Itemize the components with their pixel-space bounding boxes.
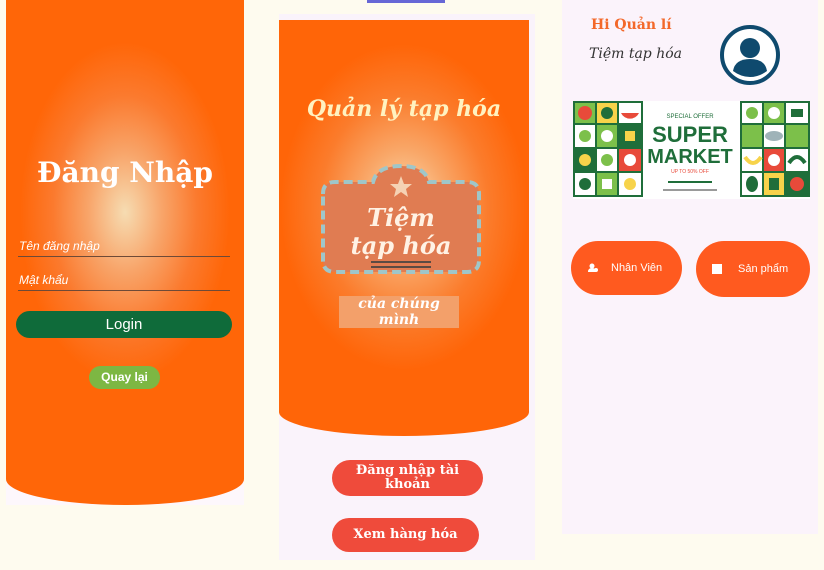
staff-button[interactable]: Nhân Viên — [571, 241, 682, 295]
login-account-button[interactable]: Đăng nhập tài khoản — [332, 460, 483, 496]
login-account-label: Đăng nhập tài khoản — [355, 463, 460, 492]
store-logo: Tiệm tạp hóa — [321, 164, 481, 274]
user-avatar-icon[interactable] — [719, 24, 781, 86]
logo-line1: Tiệm — [367, 203, 435, 232]
splash-title: Quản lý tạp hóa — [306, 96, 502, 122]
username-field[interactable]: Tên đăng nhập — [18, 239, 230, 257]
window-accent-bar — [367, 0, 445, 3]
banner-line1: SUPER — [652, 122, 728, 147]
staff-icon — [588, 263, 598, 272]
login-screen: Đăng Nhập Tên đăng nhập Mật khẩu Login Q… — [6, 0, 244, 505]
password-placeholder: Mật khẩu — [19, 273, 69, 287]
logo-line2: tạp hóa — [351, 231, 452, 260]
banner-graphic: SPECIAL OFFER SUPER MARKET UP TO 50% OFF — [573, 101, 810, 197]
shop-name: Tiệm tạp hóa — [589, 46, 683, 62]
home-screen: Hi Quản lí Tiệm tạp hóa SPECIAL OFFER SU… — [562, 0, 818, 534]
banner-line2: MARKET — [647, 146, 733, 168]
username-placeholder: Tên đăng nhập — [19, 239, 100, 253]
supermarket-banner: SPECIAL OFFER SUPER MARKET UP TO 50% OFF — [573, 101, 810, 199]
view-goods-button[interactable]: Xem hàng hóa — [332, 518, 479, 552]
banner-offer: SPECIAL OFFER — [666, 114, 714, 120]
back-button[interactable]: Quay lại — [89, 366, 160, 389]
products-label: Sản phẩm — [738, 263, 789, 275]
login-button[interactable]: Login — [16, 311, 232, 338]
splash-screen: Quản lý tạp hóa Tiệm tạp hóa của chúng m… — [279, 14, 535, 560]
password-field[interactable]: Mật khẩu — [18, 273, 230, 291]
logo-subtitle: của chúng mình — [339, 296, 459, 328]
products-icon — [712, 264, 722, 274]
greeting-text: Hi Quản lí — [591, 17, 672, 33]
staff-label: Nhân Viên — [611, 262, 663, 274]
products-button[interactable]: Sản phẩm — [696, 241, 810, 297]
login-title: Đăng Nhập — [37, 156, 213, 189]
banner-discount: UP TO 50% OFF — [671, 169, 709, 175]
